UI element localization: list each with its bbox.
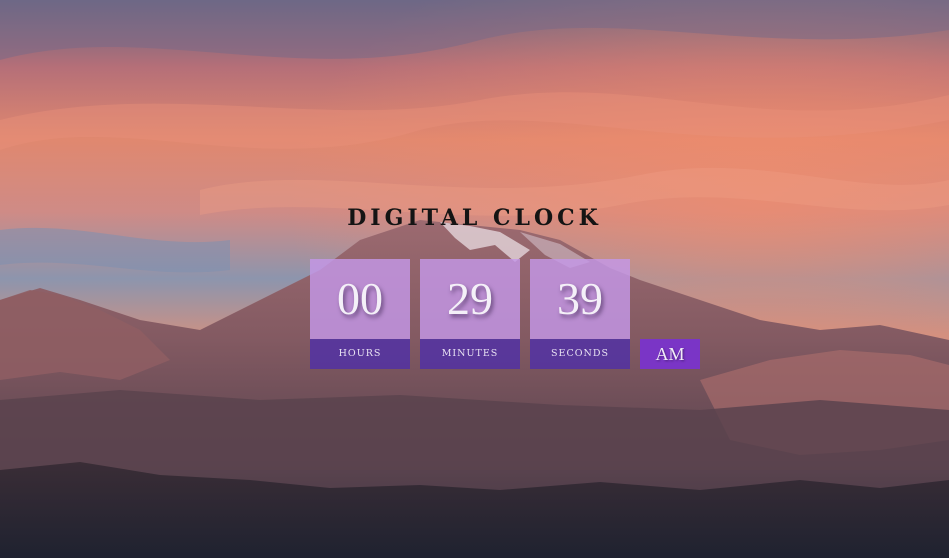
hours-value: 00: [310, 259, 410, 339]
minutes-unit: 29 MINUTES: [420, 259, 520, 369]
am-pm-indicator: AM: [640, 339, 700, 369]
page-title: DIGITAL CLOCK: [347, 205, 602, 231]
minutes-label: MINUTES: [420, 339, 520, 369]
hours-label: HOURS: [310, 339, 410, 369]
hours-unit: 00 HOURS: [310, 259, 410, 369]
seconds-value: 39: [530, 259, 630, 339]
seconds-label: SECONDS: [530, 339, 630, 369]
seconds-unit: 39 SECONDS: [530, 259, 630, 369]
minutes-value: 29: [420, 259, 520, 339]
